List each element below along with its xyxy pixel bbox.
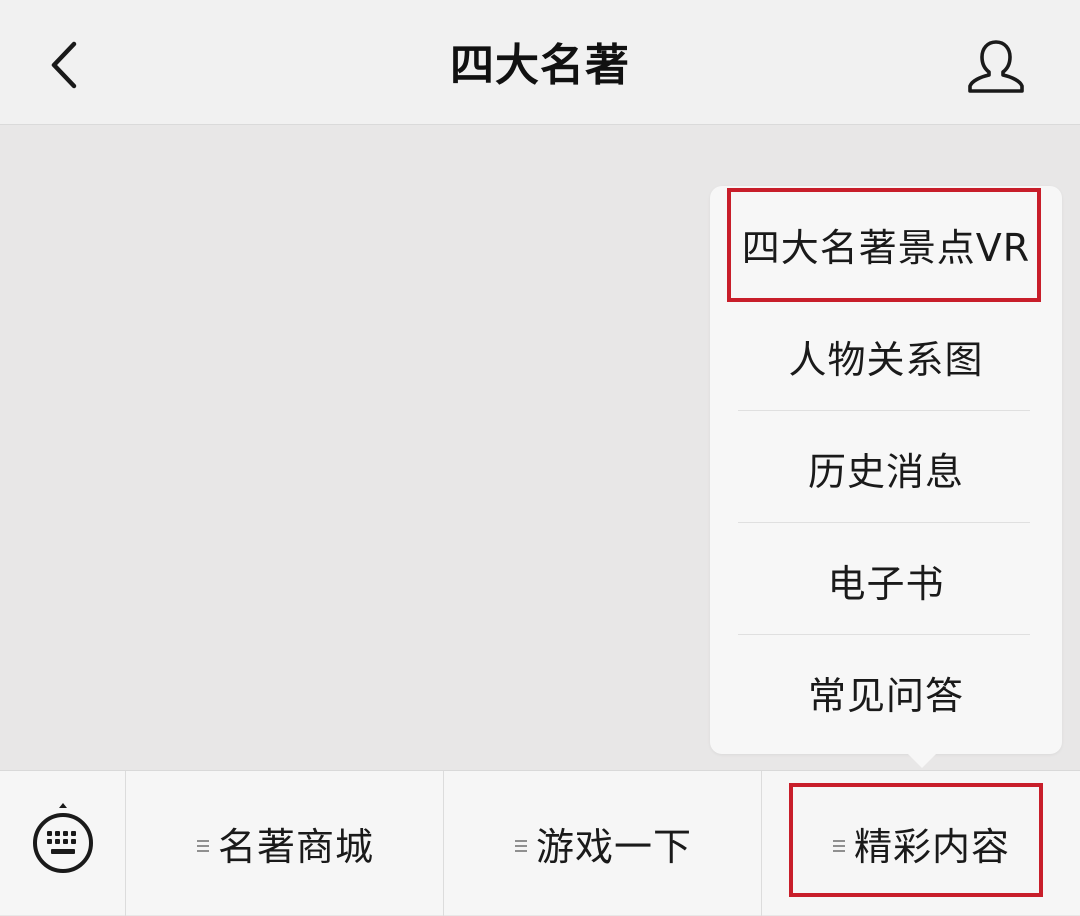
menu-tab-bookstore[interactable]: 名著商城 — [126, 771, 444, 916]
page-title: 四大名著 — [450, 40, 630, 91]
keyboard-toggle-button[interactable] — [0, 771, 125, 916]
submenu-item-faq[interactable]: 常见问答 — [710, 638, 1062, 750]
profile-button[interactable] — [960, 36, 1032, 98]
nav-bar: 四大名著 — [0, 0, 1080, 125]
submenu-item-ebook[interactable]: 电子书 — [710, 526, 1062, 638]
back-button[interactable] — [30, 30, 100, 100]
bottom-menu-bar: 名著商城 游戏一下 精彩内容 — [0, 770, 1080, 916]
keyboard-icon — [33, 803, 93, 873]
submenu-item-character-map[interactable]: 人物关系图 — [710, 302, 1062, 414]
person-outline-icon — [968, 40, 1024, 93]
menu-lines-icon — [196, 838, 210, 854]
submenu-divider — [738, 522, 1030, 523]
submenu-popup: 四大名著景点VR 人物关系图 历史消息 电子书 常见问答 — [710, 186, 1062, 754]
menu-tab-label: 名著商城 — [217, 825, 374, 869]
menu-lines-icon — [832, 838, 846, 854]
submenu-divider — [738, 410, 1030, 411]
submenu-pointer — [906, 752, 938, 768]
submenu-divider — [738, 634, 1030, 635]
menu-tab-label: 游戏一下 — [535, 825, 692, 869]
submenu-item-history-messages[interactable]: 历史消息 — [710, 414, 1062, 526]
menu-lines-icon — [514, 838, 528, 854]
chevron-left-icon — [51, 41, 77, 89]
submenu-item-scenic-vr[interactable]: 四大名著景点VR — [710, 190, 1062, 302]
menu-tab-featured[interactable]: 精彩内容 — [762, 771, 1080, 916]
menu-tab-label: 精彩内容 — [853, 825, 1010, 869]
menu-tab-games[interactable]: 游戏一下 — [444, 771, 762, 916]
